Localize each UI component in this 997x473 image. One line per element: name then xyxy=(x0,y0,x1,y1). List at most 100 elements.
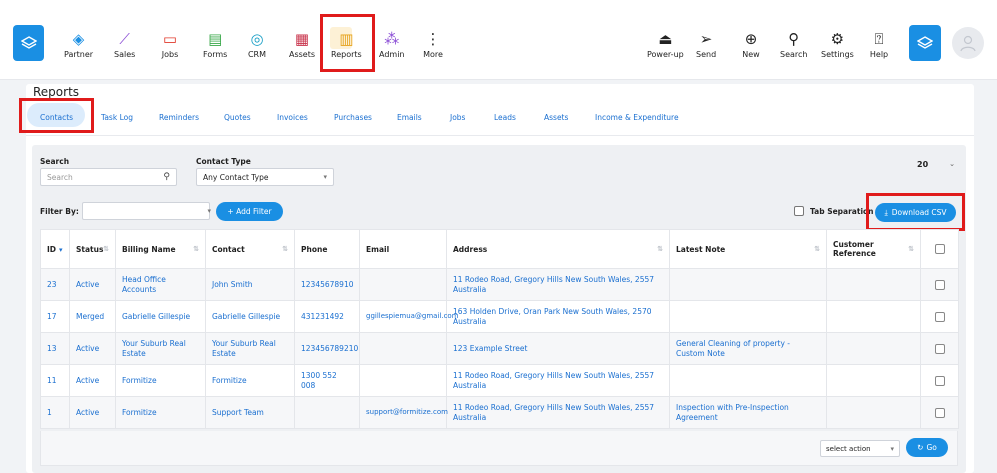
filter-by-select[interactable]: ▾ xyxy=(82,202,211,220)
cell-id[interactable]: 17 xyxy=(40,300,70,333)
column-header-customer-reference[interactable]: Customer Reference ⇅ xyxy=(826,229,921,269)
nav-admin[interactable]: ⁂ Admin xyxy=(379,30,405,59)
cell-id[interactable]: 11 xyxy=(40,364,70,397)
cell-billing-name[interactable]: Gabrielle Gillespie xyxy=(115,300,206,333)
cell-status[interactable]: Active xyxy=(69,332,116,365)
nav-settings[interactable]: ⚙ Settings xyxy=(821,30,854,59)
search-input[interactable]: Search ⚲ xyxy=(40,168,177,186)
bulk-action-select[interactable]: select action ▾ xyxy=(820,440,900,457)
cell-status[interactable]: Active xyxy=(69,268,116,301)
table-row[interactable]: 17 Merged Gabrielle Gillespie Gabrielle … xyxy=(40,300,959,333)
nav-send[interactable]: ➢ Send xyxy=(696,30,716,59)
cell-phone[interactable]: 1300 552 008 xyxy=(294,364,360,397)
cell-billing-name[interactable]: Head Office Accounts xyxy=(115,268,206,301)
cell-billing-name[interactable]: Formitize xyxy=(115,396,206,429)
cell-id[interactable]: 1 xyxy=(40,396,70,429)
nav-more[interactable]: ⋮ More xyxy=(423,30,443,59)
cell-email[interactable] xyxy=(359,332,447,365)
column-header-email[interactable]: Email xyxy=(359,229,447,269)
cell-latest-note[interactable] xyxy=(669,268,827,301)
cell-customer-reference[interactable] xyxy=(826,332,921,365)
nav-power-up[interactable]: ⏏ Power-up xyxy=(647,30,684,59)
cell-address[interactable]: 123 Example Street xyxy=(446,332,670,365)
cell-email[interactable]: ggillespiemua@gmail.com xyxy=(359,300,459,333)
cell-phone[interactable] xyxy=(294,396,360,429)
nav-partner[interactable]: ◈ Partner xyxy=(64,30,93,59)
cell-contact[interactable]: Your Suburb Real Estate xyxy=(205,332,295,365)
nav-sales[interactable]: ⟋ Sales xyxy=(114,30,135,59)
cell-billing-name[interactable]: Formitize xyxy=(115,364,206,397)
cell-select[interactable] xyxy=(920,332,959,365)
cell-phone[interactable]: 123456789210 xyxy=(294,332,360,365)
nav-forms[interactable]: ▤ Forms xyxy=(203,30,227,59)
avatar[interactable] xyxy=(952,27,984,59)
cell-address[interactable]: 11 Rodeo Road, Gregory Hills New South W… xyxy=(446,364,670,397)
per-page-select[interactable]: 20 ⌄ xyxy=(917,155,955,173)
tab-income-expenditure[interactable]: Income & Expenditure xyxy=(595,113,679,122)
contact-type-select[interactable]: Any Contact Type ▾ xyxy=(196,168,334,186)
tab-quotes[interactable]: Quotes xyxy=(224,113,251,122)
tab-reminders[interactable]: Reminders xyxy=(159,113,199,122)
nav-assets[interactable]: ▦ Assets xyxy=(289,30,315,59)
cell-id[interactable]: 23 xyxy=(40,268,70,301)
tab-purchases[interactable]: Purchases xyxy=(334,113,372,122)
cell-email[interactable] xyxy=(359,364,447,397)
nav-help[interactable]: ⍰ Help xyxy=(869,30,889,59)
cell-email[interactable] xyxy=(359,268,447,301)
cell-contact[interactable]: John Smith xyxy=(205,268,295,301)
cell-contact[interactable]: Gabrielle Gillespie xyxy=(205,300,295,333)
tab-invoices[interactable]: Invoices xyxy=(277,113,308,122)
cell-phone[interactable]: 12345678910 xyxy=(294,268,360,301)
cell-select[interactable] xyxy=(920,300,959,333)
table-row[interactable]: 23 Active Head Office Accounts John Smit… xyxy=(40,268,959,301)
cell-contact[interactable]: Support Team xyxy=(205,396,295,429)
column-header-billing-name[interactable]: Billing Name ⇅ xyxy=(115,229,206,269)
tab-task-log[interactable]: Task Log xyxy=(101,113,133,122)
tab-separation-checkbox[interactable] xyxy=(794,206,804,216)
cell-select[interactable] xyxy=(920,396,959,429)
cell-customer-reference[interactable] xyxy=(826,364,921,397)
cell-latest-note[interactable]: General Cleaning of property - Custom No… xyxy=(669,332,827,365)
row-checkbox[interactable] xyxy=(934,343,945,354)
nav-new[interactable]: ⊕ New xyxy=(741,30,761,59)
select-all-header[interactable] xyxy=(920,229,959,269)
go-button[interactable]: ↻ Go xyxy=(906,438,948,457)
column-header-address[interactable]: Address ⇅ xyxy=(446,229,670,269)
menu-logo-button[interactable] xyxy=(13,25,44,61)
column-header-status[interactable]: Status ⇅ xyxy=(69,229,116,269)
cell-phone[interactable]: 431231492 xyxy=(294,300,360,333)
cell-status[interactable]: Active xyxy=(69,364,116,397)
table-row[interactable]: 11 Active Formitize Formitize 1300 552 0… xyxy=(40,364,959,397)
column-header-latest-note[interactable]: Latest Note ⇅ xyxy=(669,229,827,269)
nav-crm[interactable]: ◎ CRM xyxy=(247,30,267,59)
tab-emails[interactable]: Emails xyxy=(397,113,422,122)
nav-jobs[interactable]: ▭ Jobs xyxy=(160,30,180,59)
tab-jobs[interactable]: Jobs xyxy=(450,113,465,122)
tab-assets[interactable]: Assets xyxy=(544,113,568,122)
cell-customer-reference[interactable] xyxy=(826,300,921,333)
row-checkbox[interactable] xyxy=(934,311,945,322)
cell-email[interactable]: support@formitize.com xyxy=(359,396,448,429)
cell-address[interactable]: 11 Rodeo Road, Gregory Hills New South W… xyxy=(446,268,670,301)
cell-status[interactable]: Merged xyxy=(69,300,116,333)
cell-select[interactable] xyxy=(920,268,959,301)
cell-id[interactable]: 13 xyxy=(40,332,70,365)
cell-customer-reference[interactable] xyxy=(826,268,921,301)
nav-search[interactable]: ⚲ Search xyxy=(780,30,807,59)
cell-latest-note[interactable]: Inspection with Pre-Inspection Agreement xyxy=(669,396,827,429)
row-checkbox[interactable] xyxy=(934,279,945,290)
add-filter-button[interactable]: + Add Filter xyxy=(216,202,283,221)
cell-billing-name[interactable]: Your Suburb Real Estate xyxy=(115,332,206,365)
cell-latest-note[interactable] xyxy=(669,364,827,397)
table-row[interactable]: 13 Active Your Suburb Real Estate Your S… xyxy=(40,332,959,365)
tab-leads[interactable]: Leads xyxy=(494,113,516,122)
select-all-checkbox[interactable] xyxy=(934,244,945,254)
stack-toggle-button[interactable] xyxy=(909,25,941,61)
column-header-id[interactable]: ID ▾ xyxy=(40,229,70,269)
cell-address[interactable]: 163 Holden Drive, Oran Park New South Wa… xyxy=(446,300,670,333)
cell-customer-reference[interactable] xyxy=(826,396,921,429)
column-header-contact[interactable]: Contact ⇅ xyxy=(205,229,295,269)
row-checkbox[interactable] xyxy=(934,407,945,418)
column-header-phone[interactable]: Phone xyxy=(294,229,360,269)
cell-contact[interactable]: Formitize xyxy=(205,364,295,397)
